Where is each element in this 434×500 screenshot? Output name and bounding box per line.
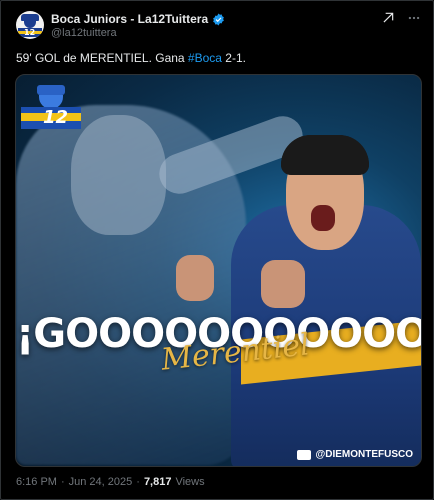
avatar[interactable]: 12 — [16, 11, 44, 39]
tweet-text-end: 2-1. — [221, 51, 246, 65]
separator: · — [136, 476, 140, 488]
author-handle[interactable]: @la12tuittera — [51, 27, 117, 39]
grok-icon[interactable] — [381, 11, 395, 25]
views-label: Views — [175, 476, 205, 488]
hashtag-link[interactable]: #Boca — [188, 51, 222, 65]
tweet-text: 59' GOL de MERENTIEL. Gana #Boca 2-1. — [16, 51, 246, 65]
verified-badge-icon[interactable] — [212, 13, 225, 26]
separator: · — [60, 476, 65, 488]
la12-logo: 12 — [21, 85, 81, 135]
tweet-header: 12 Boca Juniors - La12Tuittera @la12tuit… — [16, 11, 421, 47]
logo-number: 12 — [43, 107, 69, 128]
avatar-number: 12 — [24, 28, 36, 37]
tweet-date[interactable]: Jun 24, 2025 — [69, 476, 133, 488]
author-display-name[interactable]: Boca Juniors - La12Tuittera — [51, 12, 208, 26]
tweet-text-main: 59' GOL de MERENTIEL. Gana — [16, 51, 188, 65]
image-credit: @DIEMONTEFUSCO — [297, 449, 413, 460]
tweet-metadata: 6:16 PM · Jun 24, 2025 · 7,817 Views — [16, 476, 205, 488]
tweet-time[interactable]: 6:16 PM — [16, 476, 57, 488]
tweet-card: 12 Boca Juniors - La12Tuittera @la12tuit… — [0, 0, 434, 500]
more-options-icon[interactable] — [407, 11, 421, 25]
author-name-line: Boca Juniors - La12Tuittera — [51, 11, 225, 27]
image-credit-text: @DIEMONTEFUSCO — [315, 449, 413, 460]
header-actions — [381, 11, 421, 25]
views-count: 7,817 — [143, 476, 172, 488]
tweet-media-image[interactable]: 12 ¡GOOOOOOOOOOOL! Merentiel @DIEMONTEFU… — [15, 74, 422, 467]
image-credit-icon — [297, 449, 312, 460]
